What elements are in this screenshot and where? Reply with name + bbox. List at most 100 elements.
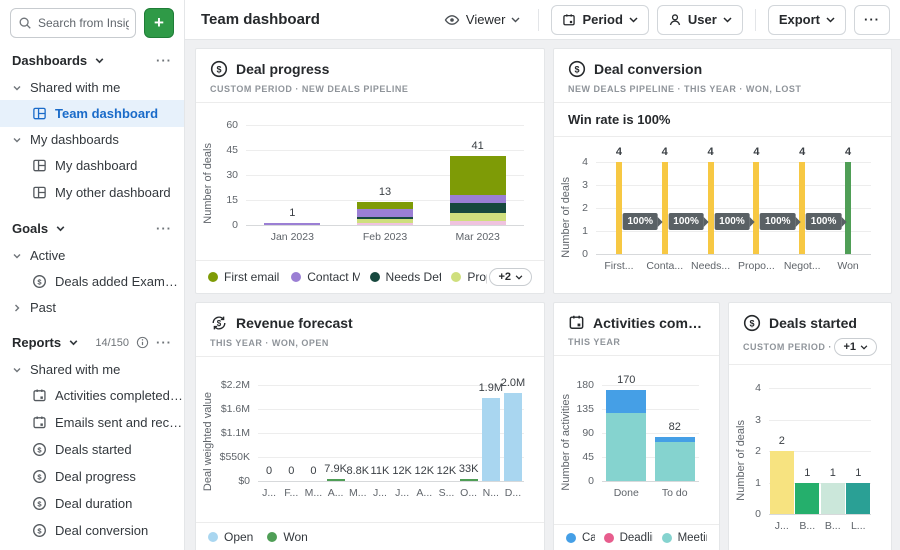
bar[interactable]	[327, 479, 345, 481]
sidebar-item-goal[interactable]: $ Deals added Example t...	[0, 268, 184, 295]
activities-completed-card: Activities complete... THIS YEAR Number …	[553, 302, 720, 550]
plot-area: 11341	[246, 125, 524, 225]
svg-text:$: $	[37, 526, 42, 535]
card-title: Deal progress	[236, 61, 329, 77]
legend-item[interactable]: Propo	[451, 270, 487, 284]
bar-slot: 4	[825, 162, 871, 254]
x-axis-label: Needs...	[688, 260, 734, 272]
user-filter-button[interactable]: User	[657, 5, 743, 35]
report-item-activities-completed[interactable]: Activities completed an...	[0, 382, 184, 409]
calendar-icon	[32, 415, 47, 430]
legend-item[interactable]: Contact Made	[291, 270, 359, 284]
sidebar-item-team-dashboard[interactable]: Team dashboard	[0, 100, 184, 127]
report-item-deal-duration[interactable]: $ Deal duration	[0, 490, 184, 517]
bar-segment	[450, 195, 506, 203]
bar[interactable]	[616, 162, 622, 254]
bar[interactable]	[821, 483, 845, 515]
x-axis-label: D...	[502, 487, 524, 499]
group-label: Active	[30, 248, 65, 263]
eye-icon	[444, 12, 460, 28]
legend-more-pill[interactable]: +2	[489, 268, 532, 286]
bar-value-label: 0	[266, 465, 272, 477]
reports-section-header[interactable]: Reports 14/150 ···	[0, 320, 184, 357]
calendar-icon	[562, 13, 576, 27]
divider	[538, 9, 539, 31]
export-button[interactable]: Export	[768, 5, 846, 35]
legend-item[interactable]: Won	[267, 530, 307, 544]
past-goals-group[interactable]: Past	[0, 295, 184, 320]
add-button[interactable]: +	[144, 8, 174, 38]
x-axis-label: S...	[435, 487, 457, 499]
legend-item[interactable]: Open	[208, 530, 253, 544]
bar[interactable]	[846, 483, 870, 515]
bar[interactable]	[606, 390, 646, 481]
bar[interactable]	[482, 398, 500, 481]
report-item-emails[interactable]: Emails sent and received	[0, 409, 184, 436]
conversion-badge: 100%	[760, 213, 796, 230]
bar[interactable]	[357, 202, 413, 224]
sidebar-item-my-other-dashboard[interactable]: My other dashboard	[0, 179, 184, 206]
item-label: Deals started	[55, 442, 132, 457]
bar[interactable]	[795, 483, 819, 515]
sidebar-item-my-dashboard[interactable]: My dashboard	[0, 152, 184, 179]
chevron-right-icon	[12, 303, 22, 313]
viewer-dropdown[interactable]: Viewer	[438, 12, 527, 28]
reports-shared-group[interactable]: Shared with me	[0, 357, 184, 382]
info-icon[interactable]	[136, 336, 149, 349]
legend-item[interactable]: Deadline	[604, 532, 653, 544]
shared-with-me-group[interactable]: Shared with me	[0, 75, 184, 100]
bar-slot: 170	[602, 385, 651, 481]
item-label: Deal duration	[55, 496, 132, 511]
report-item-deal-conversion[interactable]: $ Deal conversion	[0, 517, 184, 544]
bar[interactable]	[504, 393, 522, 480]
bar[interactable]	[655, 437, 695, 481]
bar[interactable]	[770, 451, 794, 514]
legend-item[interactable]: First email sent	[208, 270, 281, 284]
x-axis-label: O...	[458, 487, 480, 499]
bar[interactable]	[799, 162, 805, 254]
bar[interactable]	[460, 479, 478, 481]
bar-slot: 33K	[458, 385, 480, 481]
card-subtitle: THIS YEAR · WON, OPEN	[210, 338, 530, 348]
reports-more-button[interactable]: ···	[156, 335, 172, 350]
y-axis-title: Number of deals	[735, 420, 751, 501]
report-item-deal-progress[interactable]: $ Deal progress	[0, 463, 184, 490]
report-item-deals-won-over-time[interactable]: $ Deals won over time	[0, 544, 184, 550]
bar-value-label: 4	[662, 146, 668, 158]
period-filter-button[interactable]: Period	[551, 5, 648, 35]
deal-conversion-card: $ Deal conversion NEW DEALS PIPELINE · T…	[553, 48, 892, 294]
y-axis-title: Number of deals	[202, 143, 218, 224]
bar[interactable]	[708, 162, 714, 254]
bar-segment	[799, 162, 805, 254]
bar-slot: 4	[596, 162, 642, 254]
legend-label: Won	[283, 530, 307, 544]
legend-item[interactable]: Needs Defined	[370, 270, 442, 284]
chart-legend: Open Won	[196, 522, 544, 550]
reports-count: 14/150	[95, 337, 129, 349]
goals-more-button[interactable]: ···	[156, 221, 172, 236]
more-button[interactable]: ···	[854, 5, 890, 35]
dashboards-more-button[interactable]: ···	[156, 53, 172, 68]
bar[interactable]	[264, 223, 320, 225]
filters-more-pill[interactable]: +1	[834, 338, 877, 356]
active-goals-group[interactable]: Active	[0, 243, 184, 268]
svg-text:$: $	[37, 445, 42, 454]
bar[interactable]	[753, 162, 759, 254]
legend-label: Open	[224, 530, 253, 544]
legend-item[interactable]: Call	[566, 532, 595, 544]
my-dashboards-group[interactable]: My dashboards	[0, 127, 184, 152]
dashboards-section-header[interactable]: Dashboards ···	[0, 38, 184, 75]
card-header: $ Deal conversion NEW DEALS PIPELINE · T…	[554, 49, 891, 103]
bar-slot: 0	[258, 385, 280, 481]
bar[interactable]	[662, 162, 668, 254]
goals-section-header[interactable]: Goals ···	[0, 206, 184, 243]
card-header: $ Deal progress CUSTOM PERIOD · NEW DEAL…	[196, 49, 544, 103]
x-axis: Jan 2023Feb 2023Mar 2023	[246, 231, 524, 243]
bar[interactable]	[845, 162, 851, 254]
x-axis: J...B...B...L...	[769, 520, 871, 532]
bar[interactable]	[450, 156, 506, 224]
report-item-deals-started[interactable]: $ Deals started	[0, 436, 184, 463]
legend-item[interactable]: Meeting	[662, 532, 707, 544]
x-axis-label: F...	[280, 487, 302, 499]
bar-value-label: 82	[669, 421, 681, 433]
